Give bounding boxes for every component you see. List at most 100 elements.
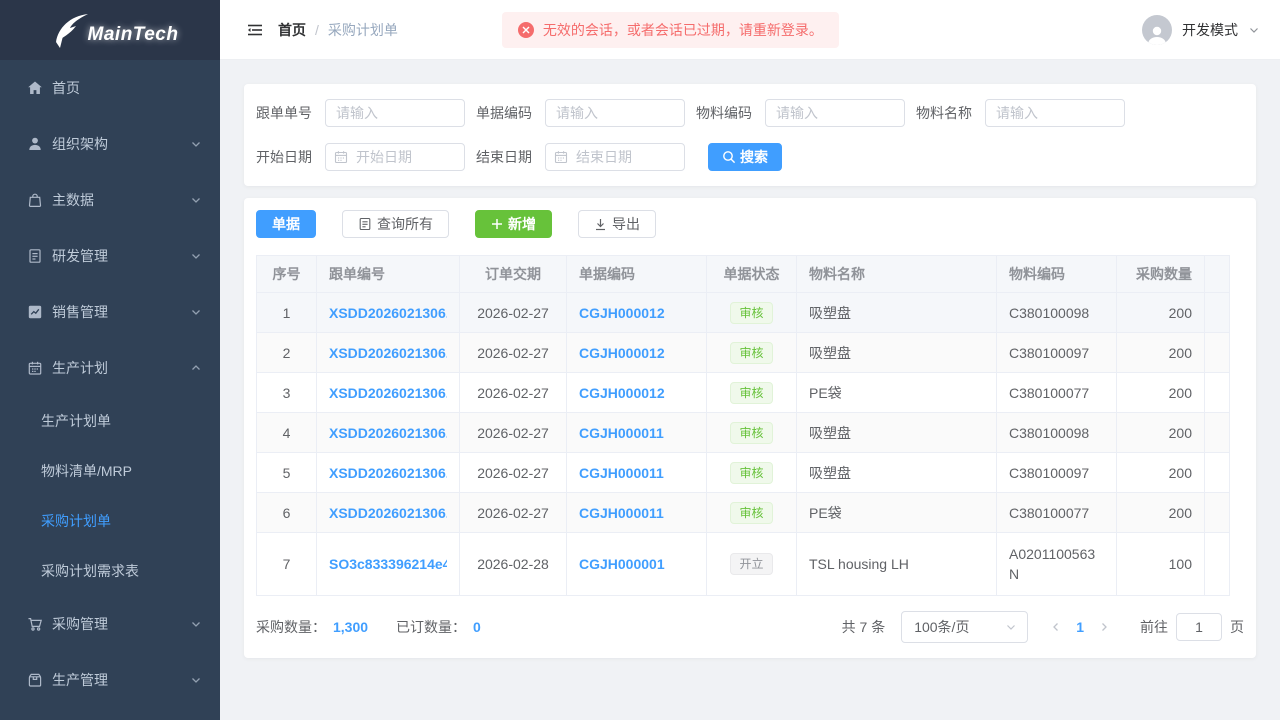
- sidebar-item-label: 首页: [52, 78, 202, 98]
- page-content: 跟单单号 单据编码 物料编码 物料名称 开始日期: [220, 60, 1280, 658]
- cell-seq: 7: [257, 533, 317, 596]
- cell-seq: 3: [257, 373, 317, 413]
- menu-fold-icon[interactable]: [246, 21, 264, 39]
- field-material-code: 物料编码: [696, 99, 916, 127]
- chevron-down-icon: [1005, 621, 1017, 633]
- sidebar-item-master-data[interactable]: 主数据: [0, 172, 220, 228]
- goto-page-input[interactable]: [1176, 613, 1222, 641]
- material-name-input[interactable]: [985, 99, 1125, 127]
- table-row[interactable]: 1 XSDD2026021306.. 2026-02-27 CGJH000012…: [257, 293, 1230, 333]
- table-row[interactable]: 7 SO3c833396214e40 2026-02-28 CGJH000001…: [257, 533, 1230, 596]
- cell-material-name: 吸塑盘: [797, 413, 997, 453]
- doc-code-link[interactable]: CGJH000012: [579, 305, 694, 321]
- current-page[interactable]: 1: [1076, 619, 1084, 635]
- sidebar-item-home[interactable]: 首页: [0, 60, 220, 116]
- doc-code-link[interactable]: CGJH000012: [579, 345, 694, 361]
- toolbar-button-label: 导出: [612, 214, 640, 234]
- table-row[interactable]: 3 XSDD2026021306.. 2026-02-27 CGJH000012…: [257, 373, 1230, 413]
- cell-date: 2026-02-28: [460, 533, 567, 596]
- track-no-link[interactable]: SO3c833396214e40: [329, 556, 447, 572]
- cell-extra: [1205, 453, 1230, 493]
- doc-code-link[interactable]: CGJH000011: [579, 465, 694, 481]
- sidebar-item-production-mgmt[interactable]: 生产管理: [0, 652, 220, 708]
- sidebar-item-bom-mrp[interactable]: 物料清单/MRP: [0, 446, 220, 496]
- track-no-link[interactable]: XSDD2026021306..: [329, 305, 447, 321]
- cell-extra: [1205, 293, 1230, 333]
- chevron-down-icon: [1248, 24, 1260, 36]
- material-code-input[interactable]: [765, 99, 905, 127]
- sidebar-subitem-label: 生产计划单: [41, 411, 111, 431]
- sidebar-menu: 首页 组织架构 主数据 研发管理: [0, 60, 220, 708]
- query-all-button[interactable]: 查询所有: [342, 210, 449, 238]
- field-label: 单据编码: [476, 103, 545, 123]
- cell-seq: 2: [257, 333, 317, 373]
- table-row[interactable]: 2 XSDD2026021306.. 2026-02-27 CGJH000012…: [257, 333, 1230, 373]
- table-row[interactable]: 4 XSDD2026021306.. 2026-02-27 CGJH000011…: [257, 413, 1230, 453]
- cell-extra: [1205, 413, 1230, 453]
- next-page-button[interactable]: [1098, 621, 1110, 633]
- sidebar-item-purchase-plan-demand[interactable]: 采购计划需求表: [0, 546, 220, 596]
- doc-code-link[interactable]: CGJH000001: [579, 556, 694, 572]
- table-panel: 单据 查询所有 新增: [244, 198, 1256, 658]
- track-no-link[interactable]: XSDD2026021306..: [329, 345, 447, 361]
- sidebar-item-purchase-plan-order[interactable]: 采购计划单: [0, 496, 220, 546]
- cell-extra: [1205, 533, 1230, 596]
- end-date-input[interactable]: [545, 143, 685, 171]
- table-row[interactable]: 5 XSDD2026021306.. 2026-02-27 CGJH000011…: [257, 453, 1230, 493]
- plus-icon: [491, 218, 503, 230]
- download-icon: [594, 218, 607, 231]
- export-button[interactable]: 导出: [578, 210, 656, 238]
- field-label: 物料名称: [916, 103, 985, 123]
- doc-code-link[interactable]: CGJH000012: [579, 385, 694, 401]
- cell-date: 2026-02-27: [460, 413, 567, 453]
- add-button[interactable]: 新增: [475, 210, 552, 238]
- sidebar-item-production-plan[interactable]: 生产计划: [0, 340, 220, 396]
- document-mode-button[interactable]: 单据: [256, 210, 316, 238]
- sidebar-subitem-label: 采购计划需求表: [41, 561, 139, 581]
- cell-material-code: C380100077: [997, 493, 1117, 533]
- page-size-select[interactable]: 100条/页: [901, 611, 1028, 643]
- sidebar-item-label: 组织架构: [52, 134, 190, 154]
- track-no-link[interactable]: XSDD2026021306..: [329, 505, 447, 521]
- cell-material-name: PE袋: [797, 373, 997, 413]
- brand-swoosh-icon: [42, 8, 94, 52]
- prev-page-button[interactable]: [1050, 621, 1062, 633]
- sidebar-item-purchase-mgmt[interactable]: 采购管理: [0, 596, 220, 652]
- cell-qty: 200: [1117, 293, 1205, 333]
- cell-seq: 6: [257, 493, 317, 533]
- cell-material-code: C380100098: [997, 293, 1117, 333]
- cell-seq: 4: [257, 413, 317, 453]
- track-no-link[interactable]: XSDD2026021306..: [329, 425, 447, 441]
- cart-icon: [27, 616, 43, 632]
- start-date-input[interactable]: [325, 143, 465, 171]
- cell-qty: 100: [1117, 533, 1205, 596]
- sidebar-item-sales[interactable]: 销售管理: [0, 284, 220, 340]
- search-button[interactable]: 搜索: [708, 143, 782, 171]
- sidebar-item-label: 生产计划: [52, 358, 190, 378]
- chevron-down-icon: [190, 194, 202, 206]
- cell-material-name: TSL housing LH: [797, 533, 997, 596]
- table-row[interactable]: 6 XSDD2026021306.. 2026-02-27 CGJH000011…: [257, 493, 1230, 533]
- breadcrumb-home[interactable]: 首页: [278, 20, 306, 40]
- field-track-no: 跟单单号: [256, 99, 476, 127]
- track-no-input[interactable]: [325, 99, 465, 127]
- sidebar-item-org[interactable]: 组织架构: [0, 116, 220, 172]
- status-badge: 开立: [730, 553, 772, 575]
- session-error-alert: 无效的会话，或者会话已过期，请重新登录。: [502, 12, 839, 48]
- doc-code-link[interactable]: CGJH000011: [579, 505, 694, 521]
- page-size-value: 100条/页: [914, 617, 969, 637]
- cell-material-code: C380100098: [997, 413, 1117, 453]
- track-no-link[interactable]: XSDD2026021306..: [329, 385, 447, 401]
- status-badge: 审核: [730, 502, 772, 524]
- sidebar-item-production-plan-order[interactable]: 生产计划单: [0, 396, 220, 446]
- doc-code-input[interactable]: [545, 99, 685, 127]
- doc-code-link[interactable]: CGJH000011: [579, 425, 694, 441]
- chevron-down-icon: [190, 674, 202, 686]
- user-menu[interactable]: 开发模式: [1142, 15, 1260, 45]
- col-track-no: 跟单编号: [317, 256, 460, 293]
- cell-material-name: PE袋: [797, 493, 997, 533]
- status-badge: 审核: [730, 382, 772, 404]
- main-area: 首页 / 采购计划单 无效的会话，或者会话已过期，请重新登录。 开发模式: [220, 0, 1280, 720]
- track-no-link[interactable]: XSDD2026021306..: [329, 465, 447, 481]
- sidebar-item-rd[interactable]: 研发管理: [0, 228, 220, 284]
